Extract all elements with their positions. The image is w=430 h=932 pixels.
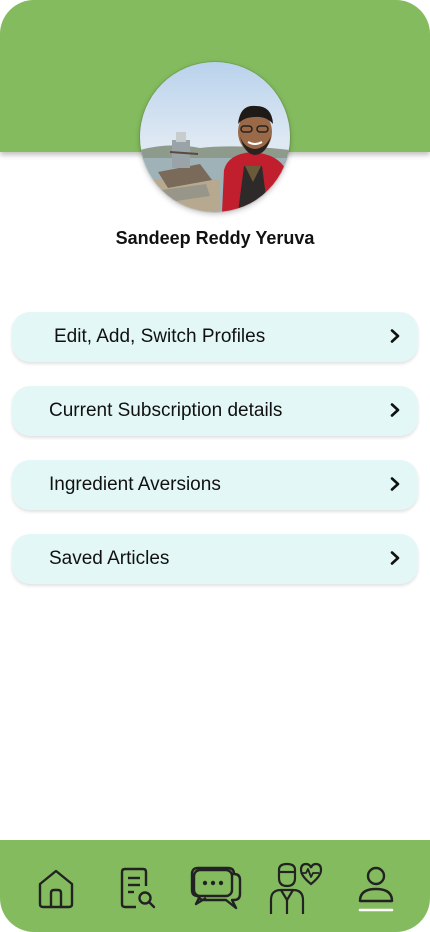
avatar[interactable] <box>140 62 290 212</box>
chat-icon <box>190 866 242 910</box>
avatar-photo <box>140 62 290 212</box>
menu-item-edit-profiles[interactable]: Edit, Add, Switch Profiles <box>12 312 418 362</box>
menu-item-label: Current Subscription details <box>49 400 283 421</box>
chevron-right-icon <box>390 403 400 422</box>
doctor-heart-icon <box>269 862 323 914</box>
menu-item-label: Saved Articles <box>49 548 170 569</box>
chevron-right-icon <box>390 551 400 570</box>
profile-screen: Sandeep Reddy Yeruva Edit, Add, Switch P… <box>0 0 430 932</box>
menu-item-saved-articles[interactable]: Saved Articles <box>12 534 418 584</box>
profile-name: Sandeep Reddy Yeruva <box>115 228 315 248</box>
document-search-icon <box>120 867 156 909</box>
menu-item-label: Ingredient Aversions <box>49 474 221 495</box>
nav-doctor-button[interactable] <box>266 860 326 916</box>
bottom-nav <box>0 840 430 932</box>
home-icon <box>38 869 74 909</box>
nav-search-documents-button[interactable] <box>108 860 168 916</box>
menu-item-ingredient-aversions[interactable]: Ingredient Aversions <box>12 460 418 510</box>
nav-chat-button[interactable] <box>186 860 246 916</box>
menu-item-subscription[interactable]: Current Subscription details <box>12 386 418 436</box>
profile-icon <box>358 866 394 912</box>
chevron-right-icon <box>390 477 400 496</box>
nav-profile-button[interactable] <box>346 860 406 916</box>
chevron-right-icon <box>390 329 400 348</box>
nav-home-button[interactable] <box>26 860 86 916</box>
menu-item-label: Edit, Add, Switch Profiles <box>54 326 266 347</box>
